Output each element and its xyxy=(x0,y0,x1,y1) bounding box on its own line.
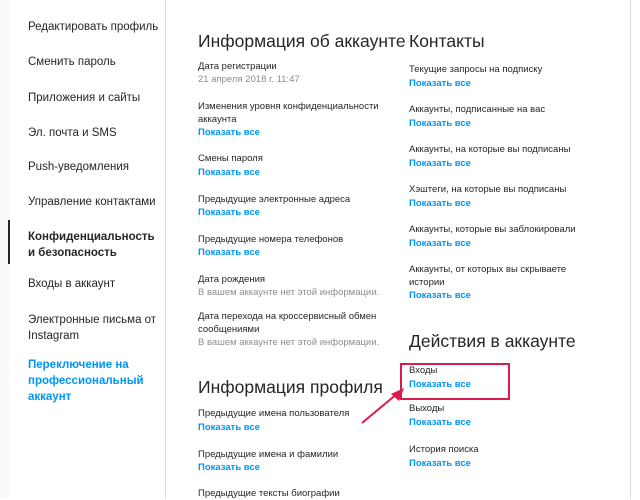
sidebar-item-email-sms[interactable]: Эл. почта и SMS xyxy=(28,125,160,141)
sidebar-item-instagram-emails[interactable]: Электронные письма от Instagram xyxy=(28,312,160,344)
birth-date-value: В вашем аккаунте нет этой информации. xyxy=(198,287,380,298)
logouts-label: Выходы xyxy=(409,403,445,414)
blocked-accounts-label: Аккаунты, которые вы заблокировали xyxy=(409,224,576,235)
previous-phones-show-all-link[interactable]: Показать все xyxy=(198,246,260,259)
privacy-changes-label: Изменения уровня конфиденциальности акка… xyxy=(198,101,379,125)
follow-requests-show-all-link[interactable]: Показать все xyxy=(409,77,471,90)
sidebar-item-push-notifications[interactable]: Push-уведомления xyxy=(28,159,160,175)
sidebar-item-privacy-security[interactable]: Конфиденциальность и безопасность xyxy=(28,229,160,261)
registration-date-value: 21 апреля 2018 г. 11:47 xyxy=(198,74,300,85)
account-info-title: Информация об аккаунте xyxy=(198,31,406,51)
sidebar-item-login-activity[interactable]: Входы в аккаунт xyxy=(28,276,160,292)
previous-usernames-show-all-link[interactable]: Показать все xyxy=(198,421,260,434)
privacy-changes-show-all-link[interactable]: Показать все xyxy=(198,126,260,139)
account-actions-title: Действия в аккаунте xyxy=(409,331,576,351)
previous-names-label: Предыдущие имена и фамилии xyxy=(198,449,339,460)
crossservice-date-value: В вашем аккаунте нет этой информации. xyxy=(198,337,380,348)
password-changes-label: Смены пароля xyxy=(198,153,263,164)
sidebar-item-switch-professional[interactable]: Переключение на профессиональный аккаунт xyxy=(28,357,160,405)
followers-show-all-link[interactable]: Показать все xyxy=(409,117,471,130)
followers-label: Аккаунты, подписанные на вас xyxy=(409,104,546,115)
previous-emails-show-all-link[interactable]: Показать все xyxy=(198,206,260,219)
previous-names-show-all-link[interactable]: Показать все xyxy=(198,461,260,474)
settings-sidebar: Редактировать профиль Сменить пароль При… xyxy=(8,0,166,498)
settings-page: Редактировать профиль Сменить пароль При… xyxy=(8,0,631,499)
blocked-accounts-show-all-link[interactable]: Показать все xyxy=(409,237,471,250)
hidden-stories-label: Аккаунты, от которых вы скрываете истори… xyxy=(409,264,567,288)
following-label: Аккаунты, на которые вы подписаны xyxy=(409,144,571,155)
logins-label: Входы xyxy=(409,365,438,376)
hashtags-show-all-link[interactable]: Показать все xyxy=(409,197,471,210)
previous-usernames-label: Предыдущие имена пользователя xyxy=(198,408,350,419)
hidden-stories-show-all-link[interactable]: Показать все xyxy=(409,289,471,302)
red-arrow-annotation xyxy=(361,388,404,424)
previous-emails-label: Предыдущие электронные адреса xyxy=(198,194,351,205)
following-show-all-link[interactable]: Показать все xyxy=(409,157,471,170)
previous-bios-label: Предыдущие тексты биографии xyxy=(198,488,340,499)
follow-requests-label: Текущие запросы на подписку xyxy=(409,64,543,75)
profile-info-title: Информация профиля xyxy=(198,377,383,397)
birth-date-label: Дата рождения xyxy=(198,274,266,285)
sidebar-item-edit-profile[interactable]: Редактировать профиль xyxy=(28,19,160,35)
logins-show-all-link[interactable]: Показать все xyxy=(409,378,471,391)
logouts-show-all-link[interactable]: Показать все xyxy=(409,416,471,429)
contacts-title: Контакты xyxy=(409,31,485,51)
crossservice-date-label: Дата перехода на кроссервисный обмен соо… xyxy=(198,311,377,335)
previous-phones-label: Предыдущие номера телефонов xyxy=(198,234,344,245)
password-changes-show-all-link[interactable]: Показать все xyxy=(198,166,260,179)
registration-date-label: Дата регистрации xyxy=(198,61,277,72)
active-item-indicator xyxy=(8,220,10,264)
search-history-show-all-link[interactable]: Показать все xyxy=(409,457,471,470)
sidebar-item-manage-contacts[interactable]: Управление контактами xyxy=(28,194,160,210)
hashtags-label: Хэштеги, на которые вы подписаны xyxy=(409,184,567,195)
sidebar-item-change-password[interactable]: Сменить пароль xyxy=(28,54,160,70)
search-history-label: История поиска xyxy=(409,444,479,455)
sidebar-item-apps-and-sites[interactable]: Приложения и сайты xyxy=(28,90,160,106)
